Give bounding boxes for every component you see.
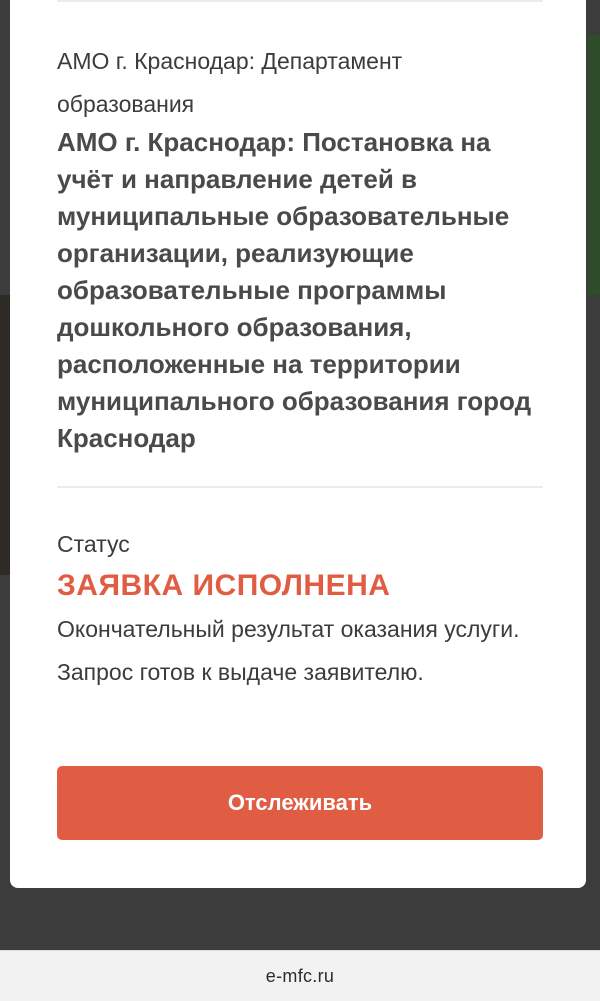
- status-description: Окончательный результат оказания услуги.…: [57, 616, 520, 685]
- department-name: АМО г. Краснодар: Департамент образовани…: [57, 48, 403, 117]
- url-text: e-mfc.ru: [265, 965, 335, 986]
- track-button[interactable]: Отслеживать: [57, 766, 543, 840]
- status-value: ЗАЯВКА ИСПОЛНЕНА: [57, 569, 391, 602]
- section-divider: [57, 486, 543, 488]
- service-title: АМО г. Краснодар: Постановка на учёт и н…: [57, 127, 532, 453]
- backdrop-content-right: [588, 35, 600, 295]
- top-divider: [57, 0, 543, 2]
- status-label: Статус: [57, 531, 130, 557]
- browser-url-bar[interactable]: e-mfc.ru: [0, 950, 600, 1001]
- application-status-card: АМО г. Краснодар: Департамент образовани…: [10, 0, 586, 888]
